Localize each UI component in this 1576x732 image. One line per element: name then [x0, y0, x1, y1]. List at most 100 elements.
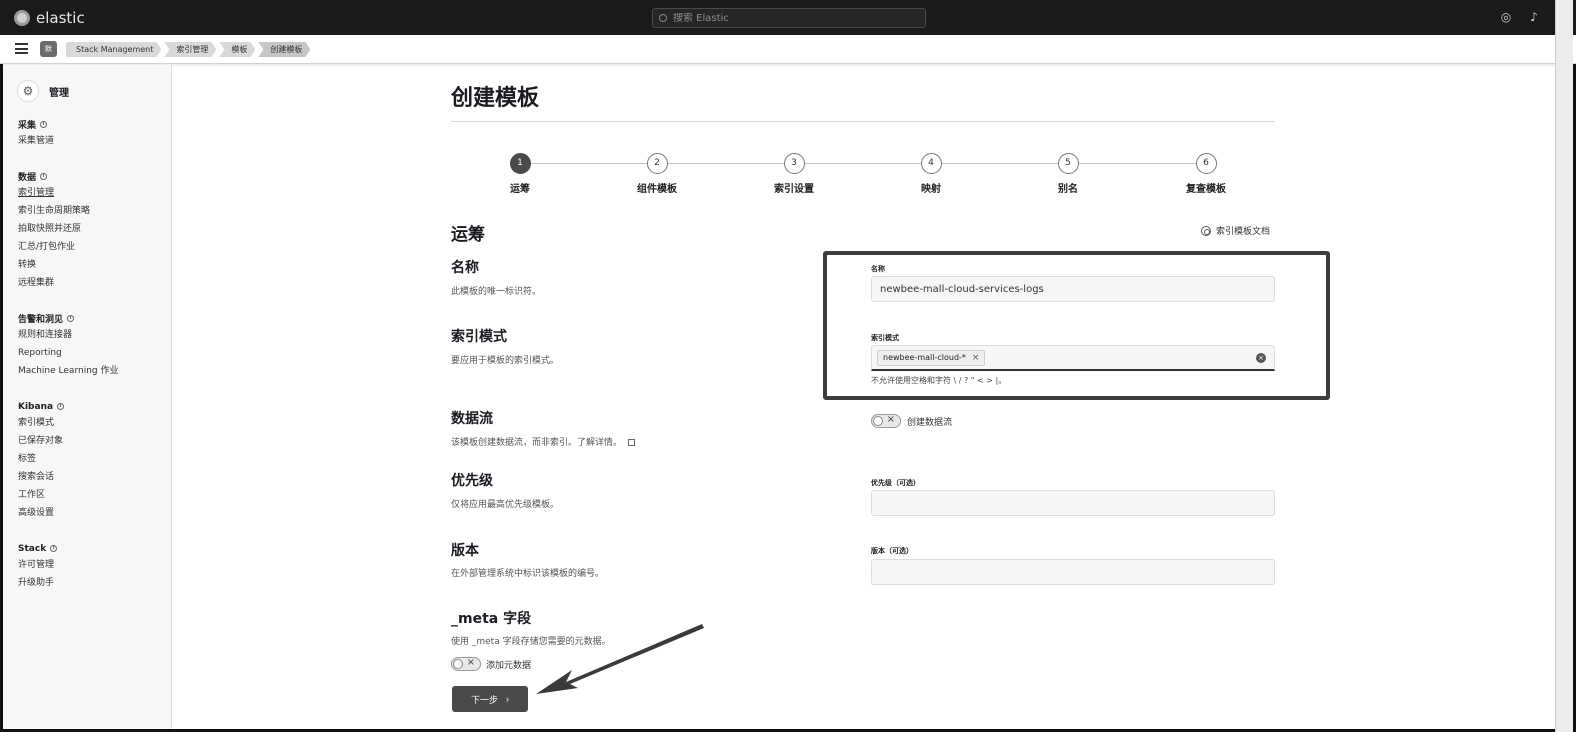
- sidebar-group-stack: Stack i 许可管理 升级助手: [18, 543, 58, 596]
- group-title: Stack: [18, 543, 47, 554]
- group-title: 数据: [18, 173, 37, 183]
- index-pattern-title: 索引模式: [451, 329, 507, 345]
- step-number: 3: [783, 153, 805, 174]
- sidebar-item-tags[interactable]: 标签: [18, 454, 64, 472]
- sidebar-item-license[interactable]: 许可管理: [18, 560, 57, 578]
- step-number: 2: [646, 153, 668, 174]
- step-logistics[interactable]: 1 运筹: [460, 153, 580, 195]
- sidebar-item-rollup[interactable]: 汇总/打包作业: [18, 242, 90, 260]
- sidebar-item-remote-clusters[interactable]: 远程集群: [18, 278, 90, 296]
- help-icon[interactable]: ◎: [1500, 11, 1512, 23]
- index-template-docs-link[interactable]: 索引模板文档: [1201, 224, 1270, 237]
- data-stream-title: 数据流: [451, 411, 493, 427]
- step-label: 索引设置: [774, 184, 814, 195]
- toggle-knob: [873, 416, 883, 426]
- sidebar-item-search-sessions[interactable]: 搜索会话: [18, 472, 64, 490]
- step-mappings[interactable]: 4 映射: [871, 153, 991, 195]
- meta-title: _meta 字段: [451, 611, 532, 627]
- window-edge: [1555, 0, 1573, 732]
- sidebar-item-saved-objects[interactable]: 已保存对象: [18, 436, 64, 454]
- sidebar-item-transform[interactable]: 转换: [18, 260, 90, 278]
- step-number: 4: [920, 153, 942, 174]
- breadcrumb-create-template: 创建模板: [258, 42, 310, 57]
- step-review[interactable]: 6 复查模板: [1146, 153, 1266, 195]
- sidebar-header: ⚙ 管理: [17, 80, 69, 102]
- version-label: 版本（可选）: [871, 547, 913, 555]
- sidebar-item-ml-jobs[interactable]: Machine Learning 作业: [18, 366, 118, 384]
- info-icon: i: [40, 173, 48, 180]
- step-index-settings[interactable]: 3 索引设置: [734, 153, 854, 195]
- sidebar-item-ilm[interactable]: 索引生命周期策略: [18, 206, 90, 224]
- global-search[interactable]: [652, 8, 926, 28]
- priority-desc: 仅将应用最高优先级模板。: [451, 500, 560, 510]
- sidebar-item-spaces[interactable]: 工作区: [18, 490, 64, 508]
- toggle-knob: [453, 659, 463, 669]
- breadcrumb-stack-management[interactable]: Stack Management: [66, 42, 161, 57]
- sidebar-group-alerts: 告警和洞见 i 规则和连接器 Reporting Machine Learning…: [18, 313, 118, 384]
- next-button[interactable]: 下一步 ›: [452, 686, 528, 712]
- version-title: 版本: [451, 543, 479, 559]
- data-stream-toggle[interactable]: ×: [871, 414, 901, 428]
- step-number: 6: [1195, 153, 1217, 174]
- group-title: Kibana: [18, 401, 54, 412]
- version-input[interactable]: [871, 559, 1275, 585]
- name-field-desc: 此模板的唯一标识符。: [451, 287, 542, 297]
- step-label: 复查模板: [1186, 184, 1226, 195]
- step-label: 别名: [1058, 184, 1078, 195]
- sidebar-item-index-management[interactable]: 索引管理: [18, 188, 90, 206]
- group-title: 采集: [18, 121, 37, 131]
- group-title: 告警和洞见: [18, 315, 64, 325]
- data-stream-toggle-label: 创建数据流: [907, 418, 953, 428]
- sidebar-item-upgrade-assistant[interactable]: 升级助手: [18, 578, 57, 596]
- page-title: 创建模板: [451, 86, 540, 111]
- sidebar-item-advanced-settings[interactable]: 高级设置: [18, 508, 64, 526]
- search-icon: [659, 14, 667, 22]
- name-field-title: 名称: [451, 260, 479, 276]
- annotation-arrow: [536, 624, 704, 694]
- menu-toggle-icon[interactable]: [15, 43, 28, 54]
- sidebar-item-snapshot[interactable]: 拍取快照并还原: [18, 224, 90, 242]
- external-link-icon[interactable]: [628, 439, 636, 446]
- breadcrumb: Stack Management 索引管理 模板 创建模板: [66, 42, 313, 57]
- step-number: 5: [1057, 153, 1079, 174]
- sidebar-title: 管理: [49, 87, 69, 99]
- chevron-right-icon: ›: [506, 694, 509, 704]
- elastic-logo[interactable]: elastic: [14, 9, 85, 27]
- sidebar-item-rules[interactable]: 规则和连接器: [18, 330, 118, 348]
- sidebar-group-ingest: 采集 i 采集管道: [18, 119, 54, 154]
- version-desc: 在外部管理系统中标识该模板的编号。: [451, 569, 605, 579]
- info-icon: i: [67, 315, 75, 322]
- toggle-off-icon: ×: [466, 657, 475, 668]
- search-input[interactable]: [673, 12, 913, 24]
- priority-title: 优先级: [451, 473, 493, 489]
- notifications-icon[interactable]: ♪: [1528, 11, 1540, 23]
- next-button-label: 下一步: [470, 694, 498, 705]
- step-label: 组件模板: [637, 184, 677, 195]
- management-sidebar: ⚙ 管理 采集 i 采集管道 数据 i 索引管理 索引生命周期策略 拍取快照并还原 …: [3, 65, 172, 729]
- info-icon: i: [57, 403, 65, 410]
- meta-toggle-label: 添加元数据: [486, 661, 532, 671]
- gear-icon: ⚙: [17, 80, 39, 102]
- breadcrumb-index-management[interactable]: 索引管理: [164, 42, 216, 57]
- sidebar-group-kibana: Kibana i 索引模式 已保存对象 标签 搜索会话 工作区 高级设置: [18, 401, 65, 526]
- step-aliases[interactable]: 5 别名: [1008, 153, 1128, 195]
- meta-toggle[interactable]: ×: [451, 657, 481, 671]
- step-label: 映射: [921, 184, 941, 195]
- info-icon: i: [40, 121, 48, 128]
- space-avatar[interactable]: 默: [40, 41, 57, 57]
- sidebar-item-index-patterns[interactable]: 索引模式: [18, 418, 64, 436]
- section-title: 运筹: [451, 225, 485, 245]
- sidebar-item-reporting[interactable]: Reporting: [18, 348, 118, 366]
- doc-link-label: 索引模板文档: [1216, 227, 1271, 237]
- sidebar-item-ingest-pipelines[interactable]: 采集管道: [18, 136, 54, 154]
- toggle-off-icon: ×: [886, 414, 895, 425]
- priority-input[interactable]: [871, 490, 1275, 516]
- data-stream-desc: 该模板创建数据流，而非索引。了解详情。: [451, 435, 636, 448]
- step-label: 运筹: [510, 184, 530, 195]
- elastic-logo-icon: [14, 10, 30, 26]
- step-component-templates[interactable]: 2 组件模板: [597, 153, 717, 195]
- data-stream-desc-text: 该模板创建数据流，而非索引。了解详情。: [451, 438, 623, 448]
- window-frame: [0, 0, 1576, 732]
- breadcrumb-bar: 默 Stack Management 索引管理 模板 创建模板: [0, 35, 1576, 64]
- breadcrumb-templates[interactable]: 模板: [219, 42, 255, 57]
